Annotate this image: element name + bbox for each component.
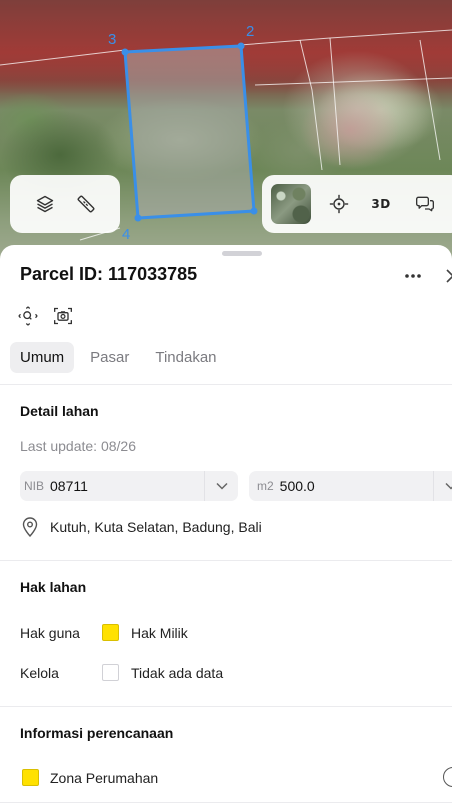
ruler-icon <box>77 195 94 213</box>
close-icon <box>446 269 452 283</box>
map-right-toolbar: 3D <box>262 175 452 233</box>
selected-parcel[interactable] <box>123 44 256 220</box>
locate-button[interactable] <box>321 186 357 222</box>
tab-pasar[interactable]: Pasar <box>80 342 139 373</box>
vertex-handle[interactable] <box>134 214 142 222</box>
area-value: 500.0 <box>279 478 315 494</box>
nib-dropdown-button[interactable] <box>204 471 238 501</box>
rights-label-hak-guna: Hak guna <box>20 625 80 641</box>
chevron-down-icon <box>215 482 228 490</box>
divider <box>0 706 452 707</box>
tab-umum[interactable]: Umum <box>10 342 75 373</box>
layers-button[interactable] <box>27 186 63 222</box>
rights-value-kelola: Tidak ada data <box>131 665 224 681</box>
measure-button[interactable] <box>68 186 104 222</box>
nib-select[interactable]: NIB 08711 <box>20 471 238 501</box>
zone-swatch <box>22 769 39 786</box>
area-dropdown-button[interactable] <box>433 471 452 501</box>
more-button[interactable] <box>400 263 426 289</box>
tab-bar: Umum Pasar Tindakan <box>10 342 227 373</box>
divider <box>0 560 452 561</box>
chat-button[interactable] <box>407 186 443 222</box>
vertex-label-3: 3 <box>108 31 117 48</box>
area-prefix: m2 <box>257 479 274 493</box>
chevron-down-icon <box>444 482 452 490</box>
section-title-planning: Informasi perencanaan <box>20 725 174 741</box>
vertex-label-2: 2 <box>246 23 255 40</box>
divider <box>0 384 452 385</box>
last-update: Last update: 08/26 <box>20 438 136 454</box>
location-pin-icon <box>22 517 38 542</box>
screenshot-button[interactable] <box>52 305 74 327</box>
parcel-title: Parcel ID: 117033785 <box>20 264 198 284</box>
vertex-handle[interactable] <box>237 42 245 50</box>
vertex-label-4: 4 <box>122 226 131 243</box>
area-select[interactable]: m2 500.0 <box>249 471 452 501</box>
zone-info-button[interactable] <box>443 767 452 787</box>
basemap-thumbnail[interactable] <box>271 184 311 224</box>
divider <box>0 802 452 803</box>
vertex-handle[interactable] <box>121 48 129 56</box>
nib-prefix: NIB <box>24 479 45 493</box>
more-icon <box>405 274 421 278</box>
rights-label-kelola: Kelola <box>20 665 59 681</box>
crosshair-icon <box>329 194 349 214</box>
kelola-swatch <box>102 664 119 681</box>
section-title-rights: Hak lahan <box>20 579 87 595</box>
rights-value-hak-guna: Hak Milik <box>131 625 188 641</box>
sheet-grabber[interactable] <box>222 251 262 256</box>
satellite-map[interactable]: 2 3 4 3D <box>0 0 452 270</box>
map-left-toolbar <box>10 175 120 233</box>
camera-icon <box>54 307 72 325</box>
zoom-to-parcel-button[interactable] <box>17 305 39 327</box>
tab-tindakan[interactable]: Tindakan <box>145 342 226 373</box>
vertex-handle[interactable] <box>250 207 258 215</box>
nib-value: 08711 <box>50 478 88 494</box>
close-button[interactable] <box>440 263 452 289</box>
mode-3d-button[interactable]: 3D <box>363 186 399 222</box>
address-text: Kutuh, Kuta Selatan, Badung, Bali <box>50 519 262 535</box>
zone-text: Zona Perumahan <box>50 770 159 786</box>
zoom-fit-icon <box>18 306 38 326</box>
parcel-bottom-sheet: Parcel ID: 117033785 Umum Pasar Tindakan <box>0 245 452 804</box>
chat-icon <box>416 196 434 212</box>
layers-icon <box>36 195 53 213</box>
section-title-detail: Detail lahan <box>20 403 99 419</box>
hak-milik-swatch <box>102 624 119 641</box>
